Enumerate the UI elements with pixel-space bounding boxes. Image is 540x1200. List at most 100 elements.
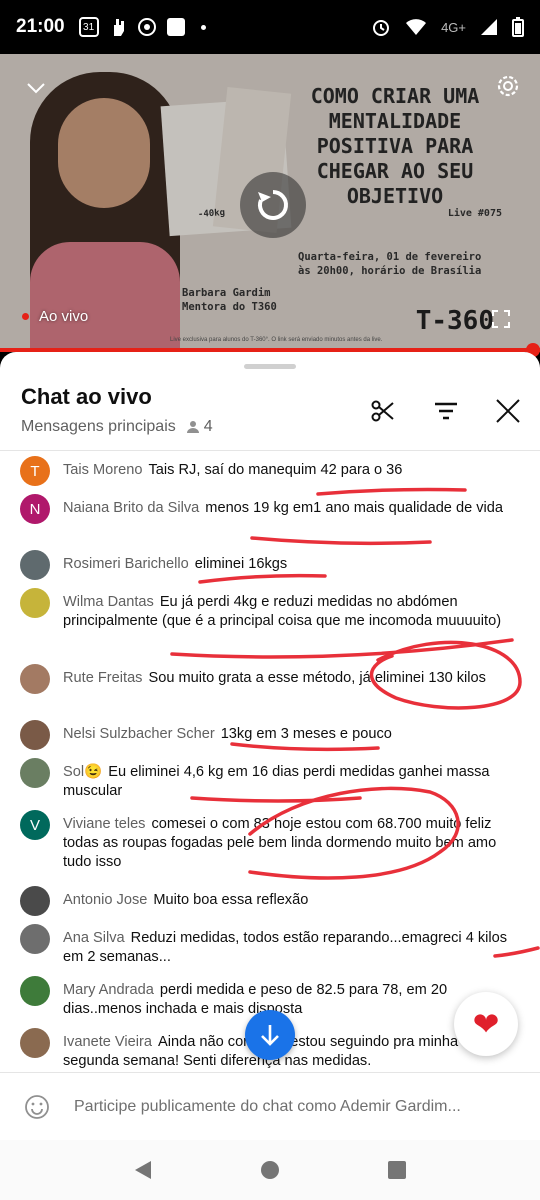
message-content: Sol😉 Eu eliminei 4,6 kg em 16 dias perdi … <box>63 758 516 810</box>
avatar <box>20 924 50 954</box>
chat-message[interactable]: Rute Freitas Sou muito grata a esse métod… <box>0 664 540 720</box>
message-text: Tais RJ, saí do manequim 42 para o 36 <box>148 462 403 478</box>
signal-icon <box>481 19 497 35</box>
app-icon <box>166 18 185 36</box>
header-divider <box>0 450 540 451</box>
back-icon[interactable] <box>133 1159 153 1181</box>
message-list[interactable]: T Tais Moreno Tais RJ, saí do manequim 42… <box>0 456 540 1072</box>
message-author: Sol😉 <box>63 764 103 780</box>
viewer-count: 4 <box>186 418 213 436</box>
heart-icon: ❤ <box>472 1006 500 1042</box>
message-text: Sou muito grata a esse método, já elimin… <box>148 670 486 686</box>
clip-button[interactable] <box>368 396 398 426</box>
avatar <box>20 588 50 618</box>
message-content: Nelsi Sulzbacher Scher 13kg em 3 meses e … <box>63 720 392 758</box>
avatar <box>20 976 50 1006</box>
message-author: Viviane teles <box>63 816 146 832</box>
message-author: Rute Freitas <box>63 670 143 686</box>
chrome-icon <box>137 18 156 36</box>
live-dot <box>22 313 29 320</box>
chat-message[interactable]: T Tais Moreno Tais RJ, saí do manequim 42… <box>0 456 540 494</box>
chat-message[interactable]: Sol😉 Eu eliminei 4,6 kg em 16 dias perdi … <box>0 758 540 810</box>
chat-input-bar <box>0 1072 540 1140</box>
message-author: Antonio Jose <box>63 892 148 908</box>
message-author: Nelsi Sulzbacher Scher <box>63 726 215 742</box>
message-content: Naiana Brito da Silva menos 19 kg em1 ano… <box>63 494 503 550</box>
status-bar: 21:00 31 4G+ <box>0 0 540 54</box>
dot-icon <box>200 24 206 30</box>
chat-message[interactable]: Ana Silva Reduzi medidas, todos estão rep… <box>0 924 540 976</box>
fullscreen-icon[interactable] <box>492 310 510 328</box>
live-indicator[interactable]: Ao vivo <box>22 308 88 325</box>
home-icon[interactable] <box>260 1160 280 1180</box>
scroll-to-bottom-button[interactable] <box>245 1010 295 1060</box>
avatar: T <box>20 456 50 486</box>
message-content: Tais Moreno Tais RJ, saí do manequim 42 p… <box>63 456 402 494</box>
recents-icon[interactable] <box>387 1160 407 1180</box>
chat-message[interactable]: Rosimeri Barichello eliminei 16kgs <box>0 550 540 588</box>
message-author: Ana Silva <box>63 930 125 946</box>
chat-mode-selector[interactable]: Mensagens principais 4 <box>21 418 213 436</box>
message-author: Rosimeri Barichello <box>63 556 189 572</box>
avatar <box>20 550 50 580</box>
message-text: Muito boa essa reflexão <box>153 892 309 908</box>
message-author: Tais Moreno <box>63 462 143 478</box>
replay-icon <box>258 190 288 220</box>
message-text: 13kg em 3 meses e pouco <box>220 726 392 742</box>
close-chat-button[interactable] <box>493 396 523 426</box>
chat-title: Chat ao vivo <box>21 384 152 409</box>
emoji-icon[interactable] <box>24 1094 50 1120</box>
filter-button[interactable] <box>431 396 461 426</box>
reaction-button[interactable]: ❤ <box>454 992 518 1056</box>
viewer-count-value: 4 <box>203 418 213 435</box>
message-content: Rosimeri Barichello eliminei 16kgs <box>63 550 287 588</box>
avatar <box>20 886 50 916</box>
chat-subtitle: Mensagens principais <box>21 418 176 435</box>
replay-button[interactable] <box>240 172 306 238</box>
filter-icon <box>435 402 457 420</box>
notification-icons: 31 <box>78 17 206 37</box>
avatar <box>20 664 50 694</box>
chat-panel: Chat ao vivo Mensagens principais 4 T Ta… <box>0 352 540 1200</box>
video-player[interactable]: -40kg COMO CRIAR UMA MENTALIDADE POSITIV… <box>0 54 540 350</box>
scissors-icon <box>371 400 394 422</box>
message-author: Wilma Dantas <box>63 594 154 610</box>
message-content: Antonio Jose Muito boa essa reflexão <box>63 886 308 924</box>
wifi-icon <box>406 19 427 35</box>
chat-message[interactable]: V Viviane teles comesei o com 83 hoje est… <box>0 810 540 886</box>
avatar <box>20 1028 50 1058</box>
message-author: Mary Andrada <box>63 982 154 998</box>
message-text: Reduzi medidas, todos estão reparando...… <box>63 930 508 965</box>
message-content: Ana Silva Reduzi medidas, todos estão rep… <box>63 924 516 976</box>
chat-message[interactable]: Nelsi Sulzbacher Scher 13kg em 3 meses e … <box>0 720 540 758</box>
avatar <box>20 758 50 788</box>
network-type: 4G+ <box>441 19 466 35</box>
status-time: 21:00 <box>16 16 65 37</box>
alarm-icon <box>373 20 390 36</box>
chat-message[interactable]: Wilma Dantas Eu já perdi 4kg e reduzi med… <box>0 588 540 664</box>
hand-icon <box>113 19 124 36</box>
gear-icon[interactable] <box>494 72 522 100</box>
drag-handle[interactable] <box>244 364 296 369</box>
system-icons: 4G+ <box>371 17 524 37</box>
chat-input[interactable] <box>74 1097 534 1116</box>
message-author: Ivanete Vieira <box>63 1034 152 1050</box>
live-label: Ao vivo <box>39 308 89 325</box>
battery-icon <box>512 17 524 37</box>
message-content: Viviane teles comesei o com 83 hoje estou… <box>63 810 516 886</box>
message-author: Naiana Brito da Silva <box>63 500 200 516</box>
avatar: V <box>20 810 50 840</box>
message-content: Wilma Dantas Eu já perdi 4kg e reduzi med… <box>63 588 516 664</box>
message-text: menos 19 kg em1 ano mais qualidade de vi… <box>205 500 504 516</box>
message-text: Eu eliminei 4,6 kg em 16 dias perdi medi… <box>63 764 490 799</box>
message-content: Rute Freitas Sou muito grata a esse métod… <box>63 664 486 720</box>
arrow-down-icon <box>261 1025 279 1046</box>
close-icon <box>496 399 520 423</box>
message-text: eliminei 16kgs <box>194 556 288 572</box>
chevron-down-icon[interactable] <box>24 76 48 100</box>
avatar: N <box>20 494 50 524</box>
avatar <box>20 720 50 750</box>
calendar-icon: 31 <box>78 17 99 37</box>
chat-message[interactable]: N Naiana Brito da Silva menos 19 kg em1 a… <box>0 494 540 550</box>
chat-message[interactable]: Antonio Jose Muito boa essa reflexão <box>0 886 540 924</box>
